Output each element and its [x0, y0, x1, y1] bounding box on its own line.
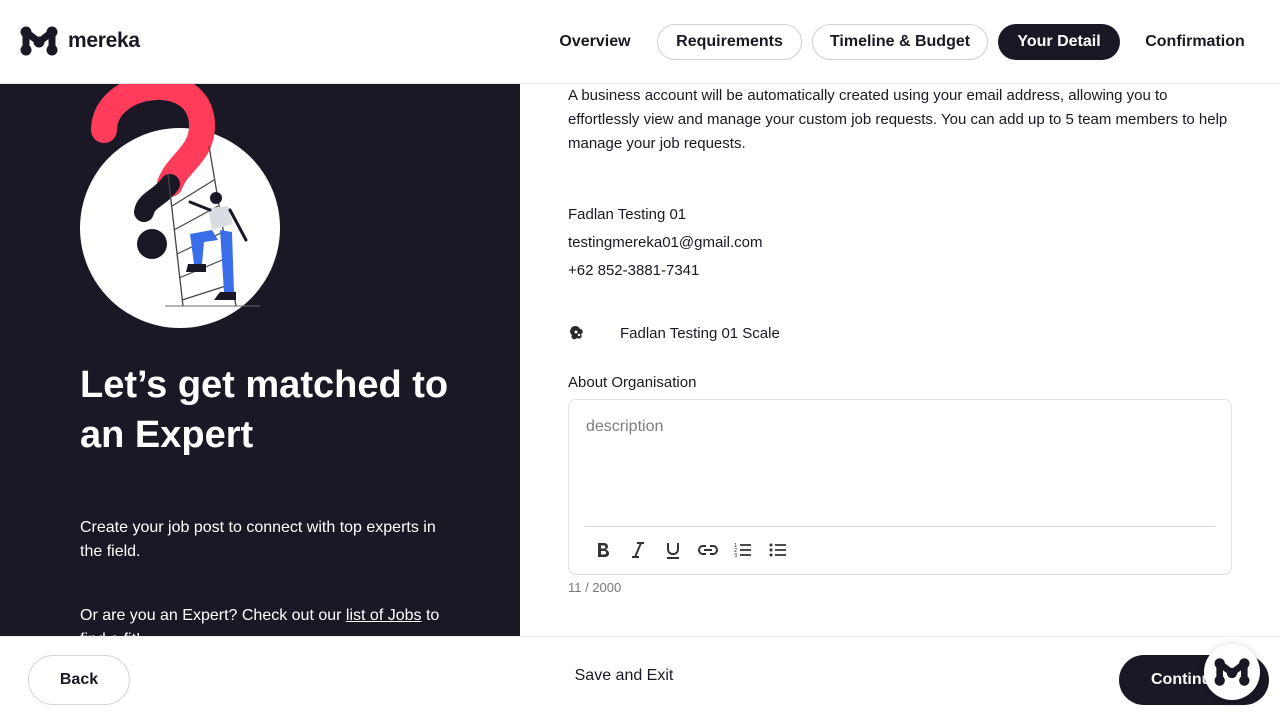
link-icon[interactable]: [698, 538, 718, 562]
bold-icon[interactable]: [593, 538, 613, 562]
bottom-action-bar: Back Save and Exit Continue: [0, 636, 1280, 720]
about-organisation-text[interactable]: description: [586, 418, 663, 436]
user-email: testingmereka01@gmail.com: [568, 234, 763, 251]
editor-toolbar: 123: [593, 538, 788, 562]
hero-description: Create your job post to connect with top…: [80, 519, 436, 560]
brand-logo[interactable]: mereka: [20, 26, 140, 56]
expert-cta-prefix: Or are you an Expert? Check out our: [80, 607, 346, 624]
step-confirmation[interactable]: Confirmation: [1132, 24, 1258, 60]
organisation-logo-icon: [570, 325, 583, 340]
list-of-jobs-link[interactable]: list of Jobs: [346, 607, 422, 624]
back-button[interactable]: Back: [28, 655, 130, 705]
editor-divider: [585, 526, 1215, 527]
your-detail-form: A business account will be automatically…: [520, 84, 1280, 636]
question-ladder-illustration: [80, 84, 280, 328]
save-and-exit-button[interactable]: Save and Exit: [560, 667, 688, 685]
character-counter: 11 / 2000: [568, 580, 622, 595]
user-phone: +62 852-3881-7341: [568, 262, 700, 279]
brand-name: mereka: [68, 29, 140, 52]
mereka-logo-icon: [20, 26, 58, 56]
bullet-list-icon[interactable]: [768, 538, 788, 562]
svg-text:3: 3: [734, 553, 737, 558]
step-overview[interactable]: Overview: [547, 24, 643, 60]
italic-icon[interactable]: [628, 538, 648, 562]
ordered-list-icon[interactable]: 123: [733, 538, 753, 562]
hero-expert-cta: Or are you an Expert? Check out our list…: [80, 604, 460, 636]
user-name: Fadlan Testing 01: [568, 206, 687, 223]
about-organisation-label: About Organisation: [568, 374, 697, 391]
underline-icon[interactable]: [663, 538, 683, 562]
about-organisation-editor[interactable]: description 123: [568, 399, 1232, 575]
organisation-name: Fadlan Testing 01 Scale: [620, 324, 780, 342]
top-header: mereka Overview Requirements Timeline & …: [0, 0, 1280, 84]
step-requirements[interactable]: Requirements: [657, 24, 802, 60]
mereka-chat-icon: [1214, 658, 1250, 686]
hero-title: Let’s get matched to an Expert: [80, 364, 449, 456]
step-timeline-budget[interactable]: Timeline & Budget: [812, 24, 988, 60]
step-your-detail[interactable]: Your Detail: [998, 24, 1120, 60]
intro-panel: Let’s get matched to an Expert Create yo…: [0, 84, 520, 636]
chat-widget-button[interactable]: [1204, 644, 1260, 700]
organisation-avatar: [568, 320, 604, 346]
business-account-notice: A business account will be automatically…: [568, 87, 1228, 152]
organisation-row: Fadlan Testing 01 Scale: [568, 320, 780, 346]
